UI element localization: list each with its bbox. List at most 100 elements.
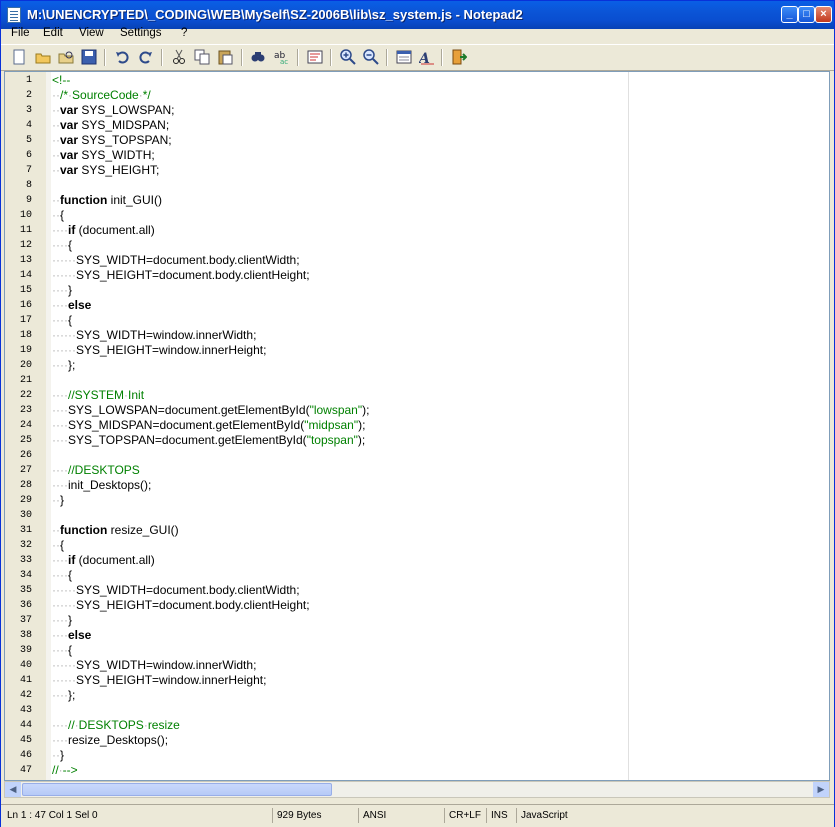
menu-file[interactable]: File [11, 27, 30, 39]
menu-settings[interactable]: Settings [120, 27, 162, 39]
status-mode: INS [487, 808, 517, 823]
code-line: ····else [52, 628, 92, 642]
font-icon[interactable]: A [417, 49, 435, 67]
status-position: Ln 1 : 47 Col 1 Sel 0 [3, 808, 273, 823]
code-line: ····init_Desktops(); [52, 478, 152, 492]
code-editor[interactable]: 1 <!-- 2 ··/*·SourceCode·*/ 3 ··var SYS_LOWSP… [4, 71, 830, 781]
line-number: 9 [25, 195, 32, 206]
line-number: 35 [19, 585, 32, 596]
menu-bar: File Edit View Settings ? [1, 27, 834, 43]
code-line: ····else [52, 298, 92, 312]
menu-view[interactable]: View [79, 27, 104, 39]
scheme-icon[interactable] [396, 49, 412, 65]
code-line: ··var SYS_MIDSPAN; [52, 118, 170, 132]
code-line: ··function resize_GUI() [52, 523, 179, 537]
line-number: 36 [19, 600, 32, 611]
line-number: 7 [25, 165, 32, 176]
browse-icon[interactable] [58, 49, 74, 65]
line-number: 40 [19, 660, 32, 671]
line-number: 42 [19, 690, 32, 701]
code-line: ······SYS_WIDTH=window.innerWidth; [52, 328, 257, 342]
close-button[interactable]: × [815, 6, 832, 23]
copy-icon[interactable] [194, 49, 210, 65]
line-number: 2 [25, 90, 32, 101]
find-icon[interactable] [250, 49, 266, 65]
line-number: 8 [25, 180, 32, 191]
line-number: 30 [19, 510, 32, 521]
svg-text:ac: ac [280, 58, 288, 65]
line-number: 26 [19, 450, 32, 461]
line-number: 19 [19, 345, 32, 356]
line-number: 28 [19, 480, 32, 491]
line-number: 29 [19, 495, 32, 506]
scroll-left-icon[interactable]: ◀ [5, 782, 21, 797]
new-icon[interactable] [11, 49, 27, 65]
maximize-button[interactable]: □ [798, 6, 815, 23]
code-line: ··{ [52, 538, 65, 552]
line-number: 41 [19, 675, 32, 686]
toolbar-separator [441, 49, 443, 66]
menu-edit[interactable]: Edit [43, 27, 63, 39]
line-number: 14 [19, 270, 32, 281]
scroll-right-icon[interactable]: ▶ [813, 782, 829, 797]
fold-margin[interactable] [46, 72, 51, 780]
code-line: ······SYS_HEIGHT=window.innerHeight; [52, 673, 267, 687]
status-language[interactable]: JavaScript [517, 808, 817, 823]
line-number: 45 [19, 735, 32, 746]
line-number: 34 [19, 570, 32, 581]
replace-icon[interactable]: ab ac [274, 49, 290, 66]
toolbar-separator [330, 49, 332, 66]
window-title: M:\UNENCRYPTED\_CODING\WEB\MySelf\SZ-200… [27, 7, 523, 22]
exit-icon[interactable] [451, 49, 468, 65]
toolbar-separator [104, 49, 106, 66]
line-number: 44 [19, 720, 32, 731]
line-number: 3 [25, 105, 32, 116]
toolbar-separator [297, 49, 299, 66]
save-icon[interactable] [81, 49, 97, 65]
code-line: ··} [52, 748, 65, 762]
code-line: ··var SYS_HEIGHT; [52, 163, 160, 177]
code-line: ····SYS_MIDSPAN=document.getElementById(… [52, 418, 366, 432]
line-number: 15 [19, 285, 32, 296]
menu-help[interactable]: ? [181, 27, 187, 39]
line-number: 38 [19, 630, 32, 641]
code-line: ······SYS_HEIGHT=document.body.clientHei… [52, 268, 310, 282]
notepad2-window: M:\UNENCRYPTED\_CODING\WEB\MySelf\SZ-200… [0, 0, 835, 827]
line-number: 24 [19, 420, 32, 431]
line-number: 25 [19, 435, 32, 446]
code-line: ····if (document.all) [52, 553, 155, 567]
code-line: ····}; [52, 688, 76, 702]
line-number: 23 [19, 405, 32, 416]
status-line-endings[interactable]: CR+LF [445, 808, 487, 823]
notepad-app-icon[interactable] [7, 7, 21, 23]
wordwrap-icon[interactable] [307, 49, 323, 65]
open-icon[interactable] [35, 49, 51, 65]
status-bar: Ln 1 : 47 Col 1 Sel 0 929 Bytes ANSI CR+… [1, 804, 834, 827]
code-line: ··var SYS_LOWSPAN; [52, 103, 175, 117]
line-number: 32 [19, 540, 32, 551]
code-line: ··function init_GUI() [52, 193, 163, 207]
line-number: 1 [25, 75, 32, 86]
line-number: 5 [25, 135, 32, 146]
zoom-in-icon[interactable] [340, 49, 356, 65]
code-line: ····resize_Desktops(); [52, 733, 169, 747]
code-line: ······SYS_WIDTH=document.body.clientWidt… [52, 583, 300, 597]
line-number: 20 [19, 360, 32, 371]
title-bar[interactable]: M:\UNENCRYPTED\_CODING\WEB\MySelf\SZ-200… [1, 1, 834, 29]
code-line: ······SYS_WIDTH=window.innerWidth; [52, 658, 257, 672]
paste-icon[interactable] [217, 49, 233, 65]
cut-icon[interactable] [171, 49, 187, 65]
line-number: 18 [19, 330, 32, 341]
scroll-thumb[interactable] [22, 783, 332, 796]
horizontal-scrollbar[interactable]: ◀ ▶ [4, 781, 830, 798]
undo-icon[interactable] [114, 49, 130, 65]
line-number: 12 [19, 240, 32, 251]
minimize-button[interactable]: _ [781, 6, 798, 23]
code-line: ······SYS_WIDTH=document.body.clientWidt… [52, 253, 300, 267]
line-number: 46 [19, 750, 32, 761]
redo-icon[interactable] [138, 49, 154, 65]
code-line: ····{ [52, 643, 73, 657]
zoom-out-icon[interactable] [363, 49, 379, 65]
line-number: 39 [19, 645, 32, 656]
status-encoding[interactable]: ANSI [359, 808, 445, 823]
